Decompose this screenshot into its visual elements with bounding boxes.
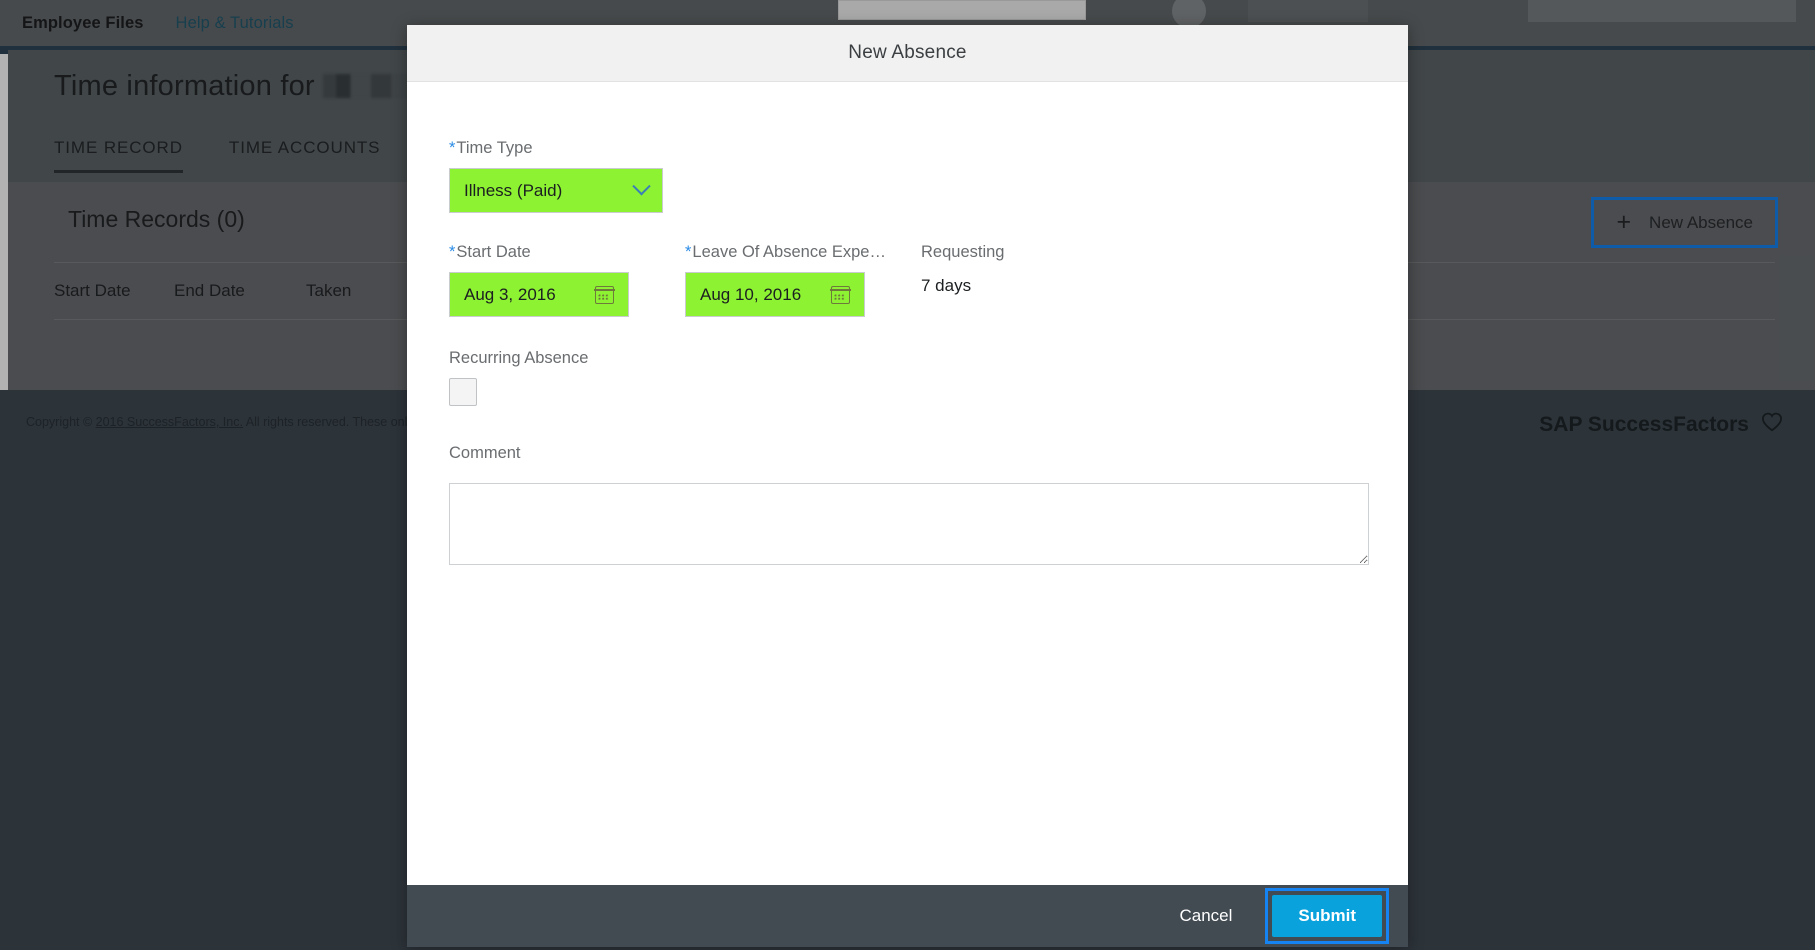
end-date-input[interactable]: Aug 10, 2016	[685, 272, 865, 317]
calendar-icon[interactable]	[830, 285, 851, 304]
copyright-text: Copyright © 2016 SuccessFactors, Inc. Al…	[26, 415, 417, 429]
tab-time-record[interactable]: TIME RECORD	[54, 138, 183, 173]
column-header-end-date: End Date	[174, 281, 245, 300]
comment-label: Comment	[449, 444, 521, 462]
time-type-value: Illness (Paid)	[464, 180, 563, 200]
start-date-label: *Start Date	[449, 243, 685, 262]
new-absence-dialog: New Absence *Time Type Illness (Paid) *S…	[407, 25, 1408, 947]
tab-time-accounts[interactable]: TIME ACCOUNTS	[229, 138, 381, 173]
new-absence-button-label: New Absence	[1649, 212, 1753, 232]
copyright-prefix: Copyright ©	[26, 415, 96, 429]
time-type-label: *Time Type	[449, 139, 1366, 158]
start-date-label-text: Start Date	[456, 243, 531, 261]
toolbar-icon-group	[1248, 0, 1368, 22]
screen: Employee Files Help & Tutorials Time inf…	[0, 0, 1815, 950]
dialog-body: *Time Type Illness (Paid) *Start Date Au…	[407, 82, 1408, 885]
top-right-panel	[1528, 0, 1796, 22]
comment-textarea[interactable]	[449, 483, 1369, 565]
search-input[interactable]	[838, 0, 1086, 20]
card-title: Time Records (0)	[68, 206, 245, 232]
end-date-field-group: *Leave Of Absence Expe… Aug 10, 2016	[685, 243, 921, 317]
dialog-title: New Absence	[848, 42, 967, 63]
requesting-field-group: Requesting 7 days	[921, 243, 1004, 296]
recurring-absence-label: Recurring Absence	[449, 349, 589, 367]
requesting-label: Requesting	[921, 243, 1005, 261]
required-asterisk: *	[685, 243, 692, 261]
copyright-suffix: All rights reserved. These onlin	[242, 415, 418, 429]
chevron-down-icon	[632, 177, 651, 196]
page-title: Time information for	[54, 70, 415, 103]
dates-row: *Start Date Aug 3, 2016 *Leave Of Absenc…	[449, 243, 1366, 317]
end-date-value: Aug 10, 2016	[700, 284, 802, 304]
redacted-employee-name	[322, 74, 415, 98]
recurring-absence-checkbox[interactable]	[449, 378, 477, 406]
submit-button[interactable]: Submit	[1272, 895, 1382, 937]
end-date-label-text: Leave Of Absence Expe…	[692, 243, 886, 261]
start-date-value: Aug 3, 2016	[464, 284, 556, 304]
start-date-input[interactable]: Aug 3, 2016	[449, 272, 629, 317]
end-date-label: *Leave Of Absence Expe…	[685, 243, 900, 262]
calendar-icon[interactable]	[594, 285, 615, 304]
dialog-footer: Cancel Submit	[407, 885, 1408, 947]
required-asterisk: *	[449, 243, 456, 261]
required-asterisk: *	[449, 139, 456, 157]
time-type-label-text: Time Type	[456, 139, 533, 157]
heart-icon	[1761, 412, 1783, 438]
time-type-dropdown[interactable]: Illness (Paid)	[449, 168, 663, 213]
comment-group: Comment	[449, 444, 1369, 570]
start-date-field-group: *Start Date Aug 3, 2016	[449, 243, 685, 317]
submit-button-highlight: Submit	[1265, 888, 1389, 944]
dialog-header: New Absence	[407, 25, 1408, 82]
nav-help-tutorials[interactable]: Help & Tutorials	[176, 14, 294, 33]
nav-employee-files[interactable]: Employee Files	[22, 14, 144, 33]
recurring-absence-group: Recurring Absence	[449, 349, 1366, 406]
cancel-button[interactable]: Cancel	[1161, 897, 1250, 935]
copyright-link[interactable]: 2016 SuccessFactors, Inc.	[96, 415, 243, 429]
column-header-start-date: Start Date	[54, 281, 131, 300]
new-absence-button[interactable]: + New Absence	[1591, 197, 1778, 248]
requesting-value: 7 days	[921, 276, 972, 295]
brand-label: SAP SuccessFactors	[1539, 413, 1749, 436]
page-title-text: Time information for	[54, 70, 315, 102]
plus-icon: +	[1616, 208, 1632, 236]
tab-bar: TIME RECORD TIME ACCOUNTS	[54, 138, 380, 173]
brand-logo: SAP SuccessFactors	[1539, 412, 1783, 438]
time-type-field-group: *Time Type Illness (Paid)	[449, 139, 1366, 213]
